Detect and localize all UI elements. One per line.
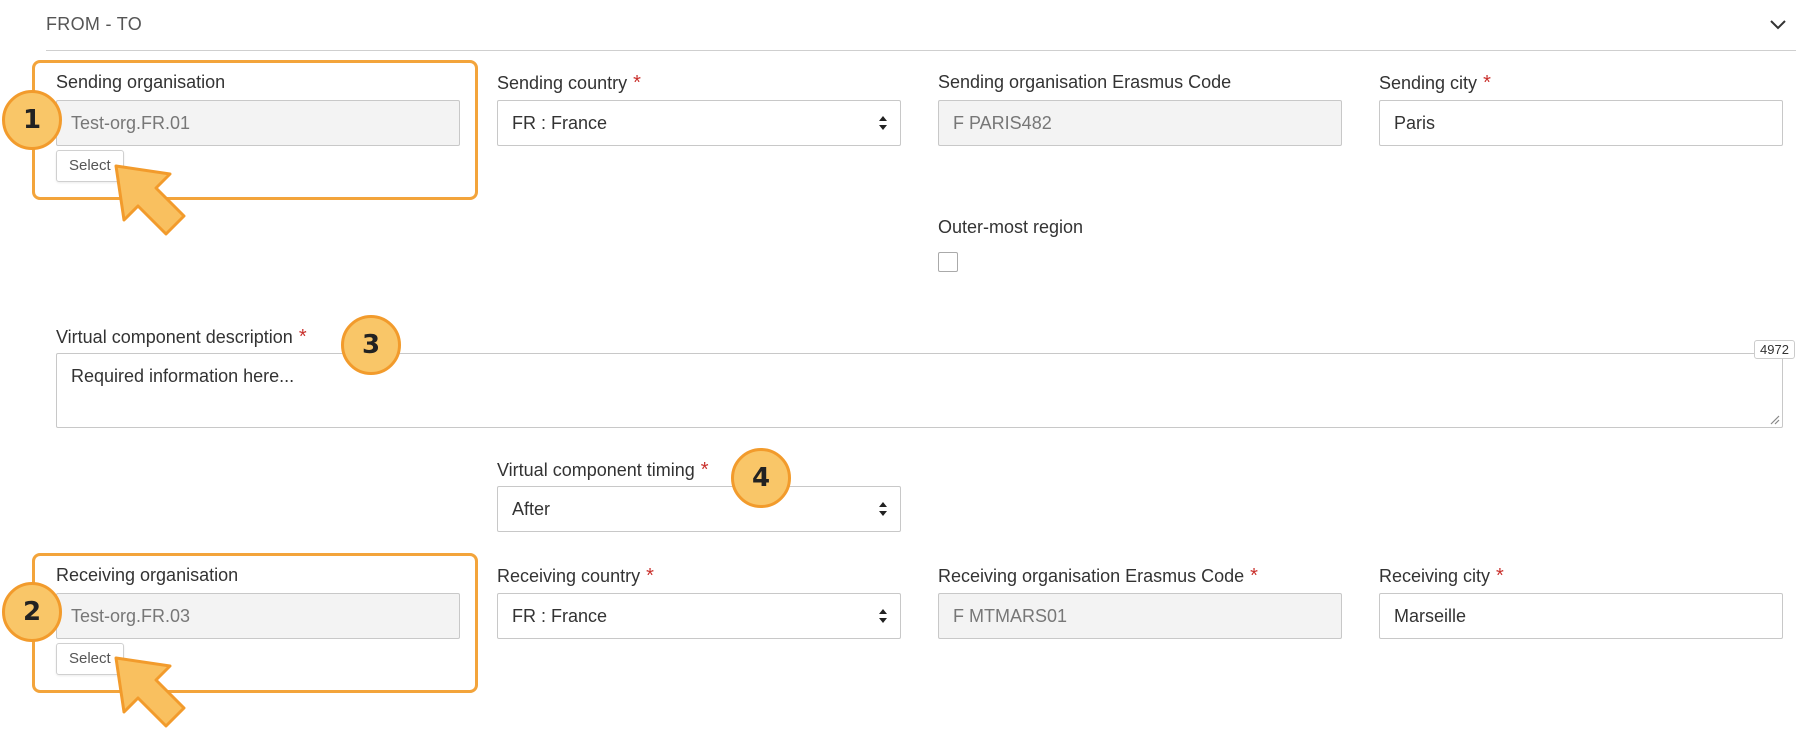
receiving-erasmus-code-label-text: Receiving organisation Erasmus Code (938, 566, 1245, 586)
sort-caret-icon (879, 116, 887, 130)
step-badge-1: 1 (2, 90, 62, 150)
virtual-description-label: Virtual component description * (56, 326, 307, 349)
sending-country-value: FR : France (512, 113, 608, 133)
required-marker: * (298, 326, 307, 348)
sending-country-label-text: Sending country (497, 73, 628, 93)
virtual-description-textarea[interactable]: Required information here... (56, 353, 1783, 428)
receiving-organisation-label: Receiving organisation (56, 565, 239, 585)
receiving-organisation-field: Test-org.FR.03 (56, 593, 460, 639)
receiving-country-label: Receiving country * (497, 565, 654, 588)
section-title: FROM - TO (46, 14, 143, 34)
receiving-city-label-text: Receiving city (1379, 566, 1491, 586)
sort-caret-icon (879, 609, 887, 623)
sending-country-label: Sending country * (497, 72, 641, 95)
resize-handle-icon[interactable] (1768, 413, 1780, 425)
sending-city-label-text: Sending city (1379, 73, 1478, 93)
character-counter: 4972 (1754, 340, 1795, 359)
required-marker: * (1496, 565, 1504, 587)
sending-country-select[interactable]: FR : France (497, 100, 901, 146)
receiving-erasmus-code-label: Receiving organisation Erasmus Code * (938, 565, 1258, 588)
virtual-timing-select[interactable]: After (497, 486, 901, 532)
required-marker: * (1483, 72, 1491, 94)
virtual-timing-label-text: Virtual component timing (497, 460, 695, 480)
sending-erasmus-code-field: F PARIS482 (938, 100, 1342, 146)
sending-organisation-label: Sending organisation (56, 72, 226, 92)
pointer-arrow-icon (114, 656, 186, 728)
pointer-arrow-icon (114, 164, 186, 236)
required-marker: * (700, 459, 709, 481)
sort-caret-icon (879, 502, 887, 516)
sending-organisation-field: Test-org.FR.01 (56, 100, 460, 146)
chevron-down-icon[interactable] (1766, 12, 1790, 36)
step-badge-3: 3 (341, 315, 401, 375)
step-badge-2: 2 (2, 582, 62, 642)
virtual-timing-label: Virtual component timing * (497, 459, 709, 482)
sending-city-input[interactable]: Paris (1379, 100, 1783, 146)
sending-erasmus-code-label: Sending organisation Erasmus Code (938, 72, 1232, 92)
receiving-country-label-text: Receiving country (497, 566, 641, 586)
sending-city-label: Sending city * (1379, 72, 1491, 95)
receiving-erasmus-code-field: F MTMARS01 (938, 593, 1342, 639)
outer-most-region-checkbox[interactable] (938, 252, 958, 272)
virtual-description-label-text: Virtual component description (56, 327, 293, 347)
receiving-city-input[interactable]: Marseille (1379, 593, 1783, 639)
required-marker: * (646, 565, 654, 587)
receiving-city-label: Receiving city * (1379, 565, 1504, 588)
receiving-country-value: FR : France (512, 606, 608, 626)
section-header[interactable]: FROM - TO (46, 0, 1796, 51)
receiving-country-select[interactable]: FR : France (497, 593, 901, 639)
required-marker: * (633, 72, 641, 94)
required-marker: * (1250, 565, 1258, 587)
virtual-timing-value: After (512, 499, 551, 519)
outer-most-region-label: Outer-most region (938, 217, 1084, 237)
step-badge-4: 4 (731, 448, 791, 508)
